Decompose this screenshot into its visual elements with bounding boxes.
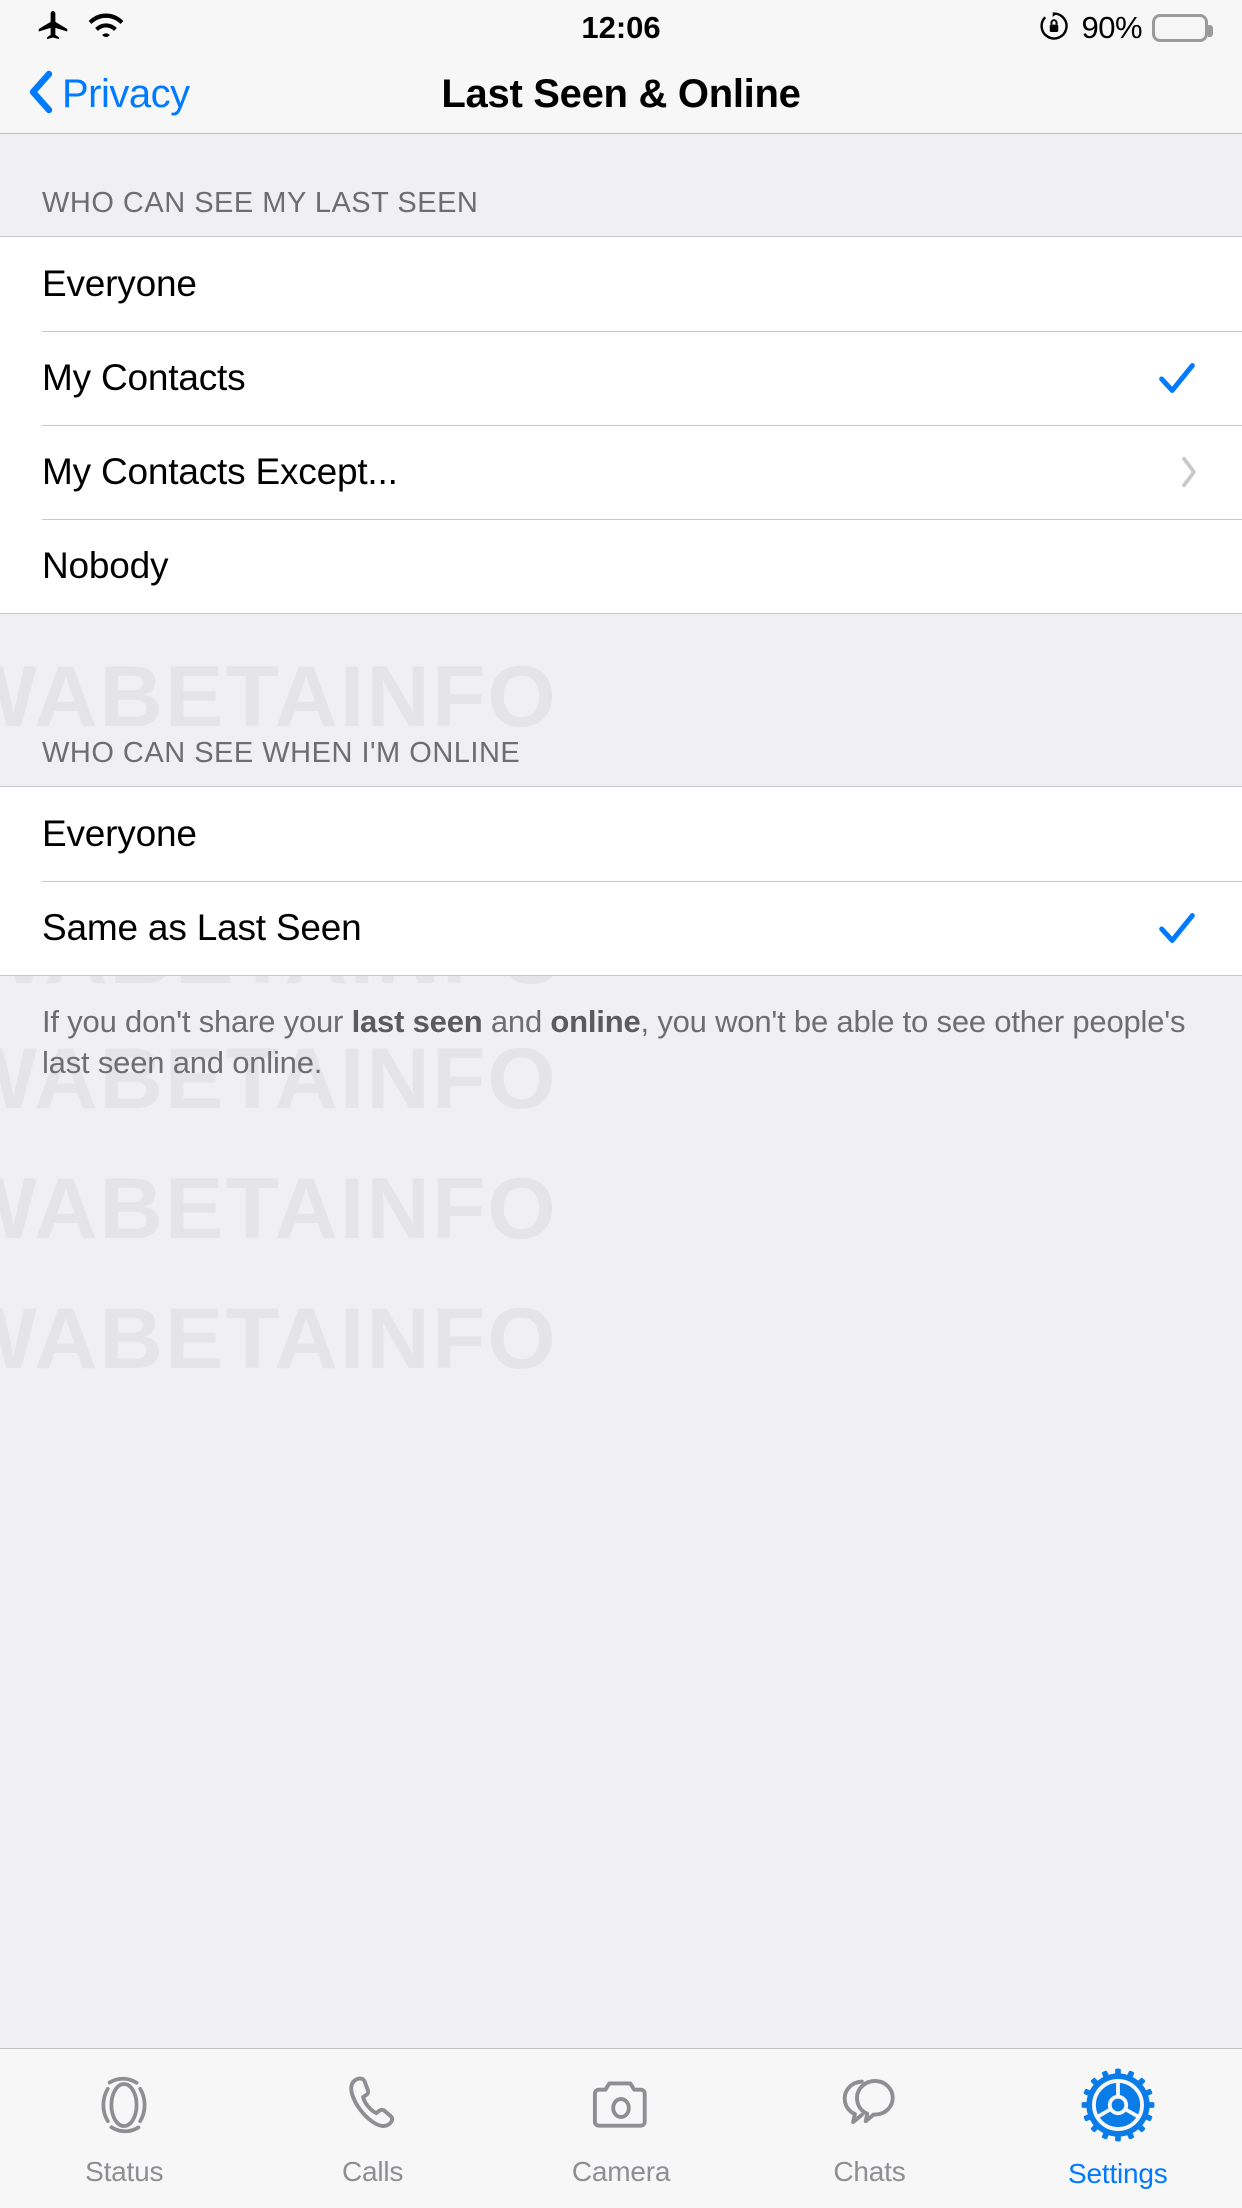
tab-settings[interactable]: Settings <box>994 2049 1242 2208</box>
tab-label: Calls <box>341 2156 404 2187</box>
status-bar: 12:06 90% <box>0 0 1242 56</box>
tab-status[interactable]: Status <box>0 2049 248 2208</box>
option-row-my-contacts-except[interactable]: My Contacts Except... <box>0 425 1242 519</box>
row-label: My Contacts <box>42 357 246 398</box>
footer-text-bold1: last seen <box>351 1004 483 1039</box>
tab-label: Status <box>85 2156 164 2187</box>
footer-explanation: If you don't share your last seen and on… <box>0 976 1242 1084</box>
watermark-text: WABETAINFO <box>0 1160 558 1259</box>
battery-percentage: 90% <box>1081 10 1143 45</box>
tab-label: Camera <box>571 2156 671 2187</box>
option-row-my-contacts[interactable]: My Contacts <box>0 331 1242 425</box>
phone-icon <box>337 2069 409 2146</box>
last-seen-options-group: Everyone My Contacts My Contacts Except.… <box>0 236 1242 614</box>
watermark-text: WABETAINFO <box>0 1290 558 1389</box>
status-bar-clock: 12:06 <box>581 10 661 45</box>
row-label: My Contacts Except... <box>42 451 398 492</box>
option-row-everyone-lastseen[interactable]: Everyone <box>0 237 1242 331</box>
status-bar-center: 12:06 <box>581 10 660 46</box>
battery-icon <box>1152 14 1214 42</box>
row-label: Everyone <box>42 813 197 854</box>
settings-content: WHO CAN SEE MY LAST SEEN Everyone My Con… <box>0 134 1242 1084</box>
section-header-last-seen: WHO CAN SEE MY LAST SEEN <box>42 187 479 219</box>
status-bar-right: 90% <box>661 9 1214 48</box>
navigation-bar: Privacy Last Seen & Online <box>0 56 1242 134</box>
airplane-icon <box>34 7 72 50</box>
tab-chats[interactable]: Chats <box>745 2049 993 2208</box>
chevron-left-icon <box>26 68 56 121</box>
footer-text-part2: and <box>482 1004 551 1039</box>
chat-bubbles-icon <box>833 2069 905 2146</box>
status-rings-icon <box>88 2069 160 2146</box>
option-row-nobody[interactable]: Nobody <box>0 519 1242 613</box>
section-header-online: WHO CAN SEE WHEN I'M ONLINE <box>42 737 521 769</box>
wifi-icon <box>86 10 126 47</box>
camera-icon <box>585 2069 657 2146</box>
option-row-same-as-last-seen[interactable]: Same as Last Seen <box>0 881 1242 975</box>
footer-text-part1: If you don't share your <box>42 1004 352 1039</box>
gear-icon <box>1080 2067 1156 2148</box>
tab-label: Chats <box>833 2156 906 2187</box>
tab-camera[interactable]: Camera <box>497 2049 745 2208</box>
tab-calls[interactable]: Calls <box>248 2049 496 2208</box>
chevron-right-icon <box>1178 452 1200 492</box>
back-button[interactable]: Privacy <box>26 68 190 121</box>
footer-text-bold2: online <box>550 1004 641 1039</box>
checkmark-icon <box>1154 905 1200 951</box>
status-bar-left <box>34 7 581 50</box>
checkmark-icon <box>1154 355 1200 401</box>
row-label: Nobody <box>42 545 169 586</box>
rotation-lock-icon <box>1037 9 1071 48</box>
option-row-everyone-online[interactable]: Everyone <box>0 787 1242 881</box>
back-button-label: Privacy <box>62 72 190 116</box>
row-label: Same as Last Seen <box>42 907 362 948</box>
online-options-group: Everyone Same as Last Seen <box>0 786 1242 976</box>
tab-bar: Status Calls Camera Chats Settings <box>0 2048 1242 2208</box>
tab-label: Settings <box>1068 2158 1168 2189</box>
row-label: Everyone <box>42 263 197 304</box>
